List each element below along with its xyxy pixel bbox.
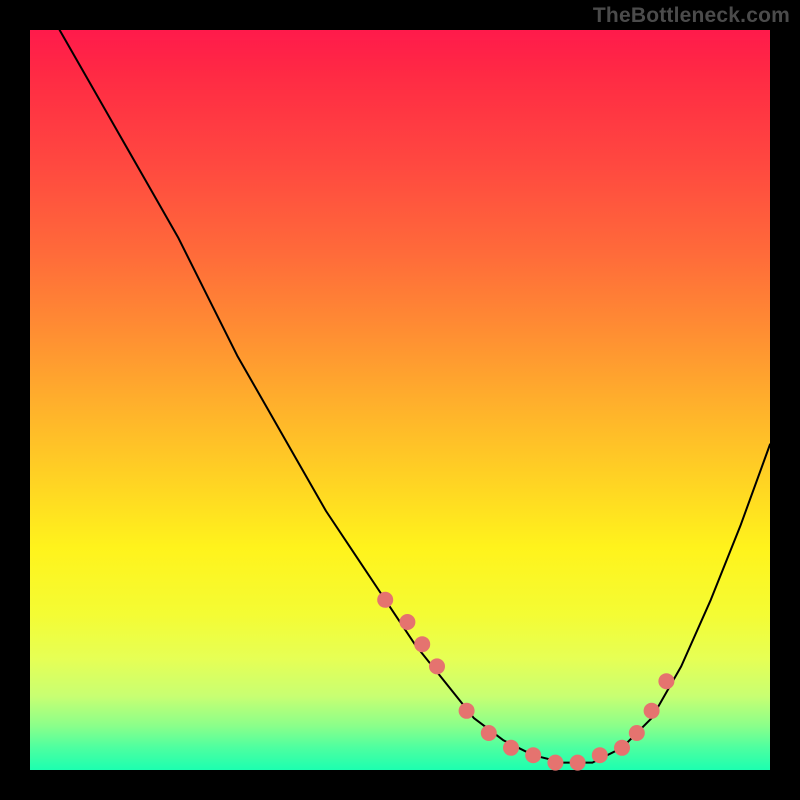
watermark-text: TheBottleneck.com (593, 4, 790, 28)
chart-overlay (30, 30, 770, 770)
highlight-dot (570, 755, 586, 771)
highlight-dot (525, 747, 541, 763)
bottleneck-curve (60, 30, 770, 763)
chart-stage: TheBottleneck.com (0, 0, 800, 800)
highlight-dot (592, 747, 608, 763)
highlight-dot (629, 725, 645, 741)
highlight-dot (547, 755, 563, 771)
highlight-dot (658, 673, 674, 689)
highlight-dot (414, 636, 430, 652)
highlight-dots (377, 592, 674, 771)
highlight-dot (459, 703, 475, 719)
highlight-dot (644, 703, 660, 719)
highlight-dot (481, 725, 497, 741)
highlight-dot (503, 740, 519, 756)
highlight-dot (614, 740, 630, 756)
highlight-dot (429, 658, 445, 674)
highlight-dot (399, 614, 415, 630)
highlight-dot (377, 592, 393, 608)
